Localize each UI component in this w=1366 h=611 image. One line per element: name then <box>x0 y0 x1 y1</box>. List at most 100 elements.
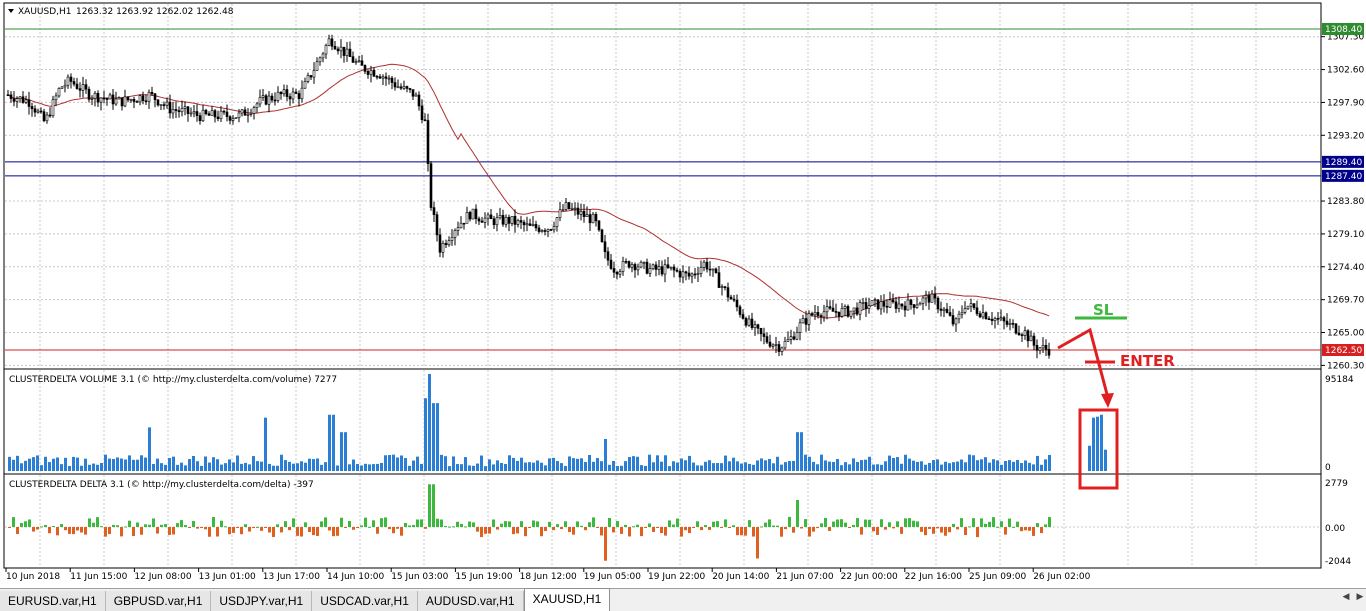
candle-body <box>693 273 697 276</box>
chart-area[interactable]: 1307.301302.601297.901293.201283.801279.… <box>0 0 1366 588</box>
delta-bar <box>816 527 819 529</box>
delta-bar <box>284 521 287 527</box>
candle-body <box>957 313 961 320</box>
volume-bar <box>320 464 323 471</box>
volume-bar <box>704 461 707 471</box>
volume-bar <box>144 457 147 471</box>
delta-bar <box>996 526 999 528</box>
delta-bar <box>652 527 655 532</box>
delta-bar <box>288 527 291 531</box>
candle-body <box>99 97 103 103</box>
tab-xauusd[interactable]: XAUUSD,H1 <box>523 588 611 611</box>
candle-body <box>51 99 55 117</box>
delta-bar <box>896 521 899 527</box>
volume-bar <box>492 464 495 471</box>
candle-body <box>396 86 400 89</box>
candle-body <box>480 220 484 223</box>
tab-eurusd[interactable]: EURUSD.var,H1 <box>0 591 106 611</box>
candle-body <box>210 110 214 116</box>
delta-bar <box>972 518 975 527</box>
volume-bar <box>976 460 979 471</box>
delta-bar <box>308 527 311 532</box>
delta-bar <box>1028 527 1031 531</box>
candle-body <box>255 103 259 108</box>
delta-bar <box>316 527 319 536</box>
volume-bar <box>1104 449 1107 471</box>
candle-body <box>786 339 790 342</box>
volume-bar <box>992 459 995 471</box>
volume-bar <box>132 459 135 471</box>
volume-bar <box>1028 462 1031 471</box>
candle-body <box>537 227 541 232</box>
delta-bar <box>440 519 443 527</box>
arrow-left-icon[interactable]: ◀ <box>1340 592 1352 602</box>
volume-bar <box>148 427 151 471</box>
volume-bar <box>52 458 55 471</box>
delta-bar <box>616 521 619 527</box>
candle-body <box>648 268 652 274</box>
volume-bar <box>852 458 855 471</box>
delta-bar <box>228 527 231 535</box>
volume-bar <box>888 455 891 471</box>
volume-bar <box>12 459 15 471</box>
delta-bar <box>980 518 983 527</box>
candle-body <box>882 301 886 307</box>
volume-bar <box>344 432 347 471</box>
tab-audusd[interactable]: AUDUSD.var,H1 <box>417 591 524 611</box>
delta-bar <box>28 519 31 527</box>
candle-body <box>750 318 754 328</box>
candle-body <box>420 105 424 121</box>
delta-bar <box>948 527 951 533</box>
tab-gbpusd[interactable]: GBPUSD.var,H1 <box>105 591 212 611</box>
volume-bar <box>640 465 643 471</box>
volume-bar <box>388 455 391 471</box>
volume-bar <box>736 461 739 471</box>
candle-body <box>417 94 421 107</box>
delta-bar <box>292 518 295 527</box>
volume-bar <box>448 466 451 471</box>
time-label: 15 Jun 03:00 <box>391 572 448 582</box>
tab-usdcad[interactable]: USDCAD.var,H1 <box>312 591 418 611</box>
volume-bar <box>532 462 535 471</box>
arrow-right-icon[interactable]: ▶ <box>1354 592 1366 602</box>
candle-body <box>885 305 889 308</box>
candle-body <box>945 308 949 313</box>
candle-body <box>792 336 796 340</box>
delta-bar <box>684 527 687 531</box>
delta-bar <box>24 521 27 527</box>
candle-body <box>453 230 457 238</box>
candle-body <box>357 60 361 63</box>
delta-bar <box>620 527 623 534</box>
trading-terminal-window: { "main_chart": { "title": "XAUUSD,H1", … <box>0 0 1366 611</box>
delta-bar <box>256 526 259 528</box>
volume-bar <box>212 457 215 471</box>
tab-usdjpy[interactable]: USDJPY.var,H1 <box>211 591 313 611</box>
delta-bar <box>1004 527 1007 535</box>
delta-bar <box>20 523 23 527</box>
delta-bar <box>988 521 991 527</box>
volume-bar <box>972 455 975 471</box>
candle-body <box>747 318 751 326</box>
candle-body <box>573 207 577 210</box>
delta-bar <box>572 527 575 535</box>
volume-bar <box>756 460 759 471</box>
candle-body <box>117 97 121 100</box>
delta-bar <box>272 527 275 537</box>
candle-body <box>873 299 877 301</box>
delta-bar <box>512 527 515 535</box>
delta-bar <box>964 527 967 536</box>
candle-body <box>1047 348 1051 356</box>
candle-body <box>825 306 829 313</box>
candle-body <box>561 209 565 211</box>
delta-bar <box>360 525 363 527</box>
volume-bar <box>36 455 39 471</box>
volume-bar <box>56 457 59 471</box>
time-label: 18 Jun 12:00 <box>520 572 577 582</box>
candle-body <box>189 112 193 115</box>
delta-bar <box>824 517 827 527</box>
delta-bar <box>876 527 879 535</box>
candle-body <box>243 109 247 116</box>
volume-bar <box>380 462 383 471</box>
volume-bar <box>192 455 195 471</box>
delta-bar <box>952 523 955 527</box>
